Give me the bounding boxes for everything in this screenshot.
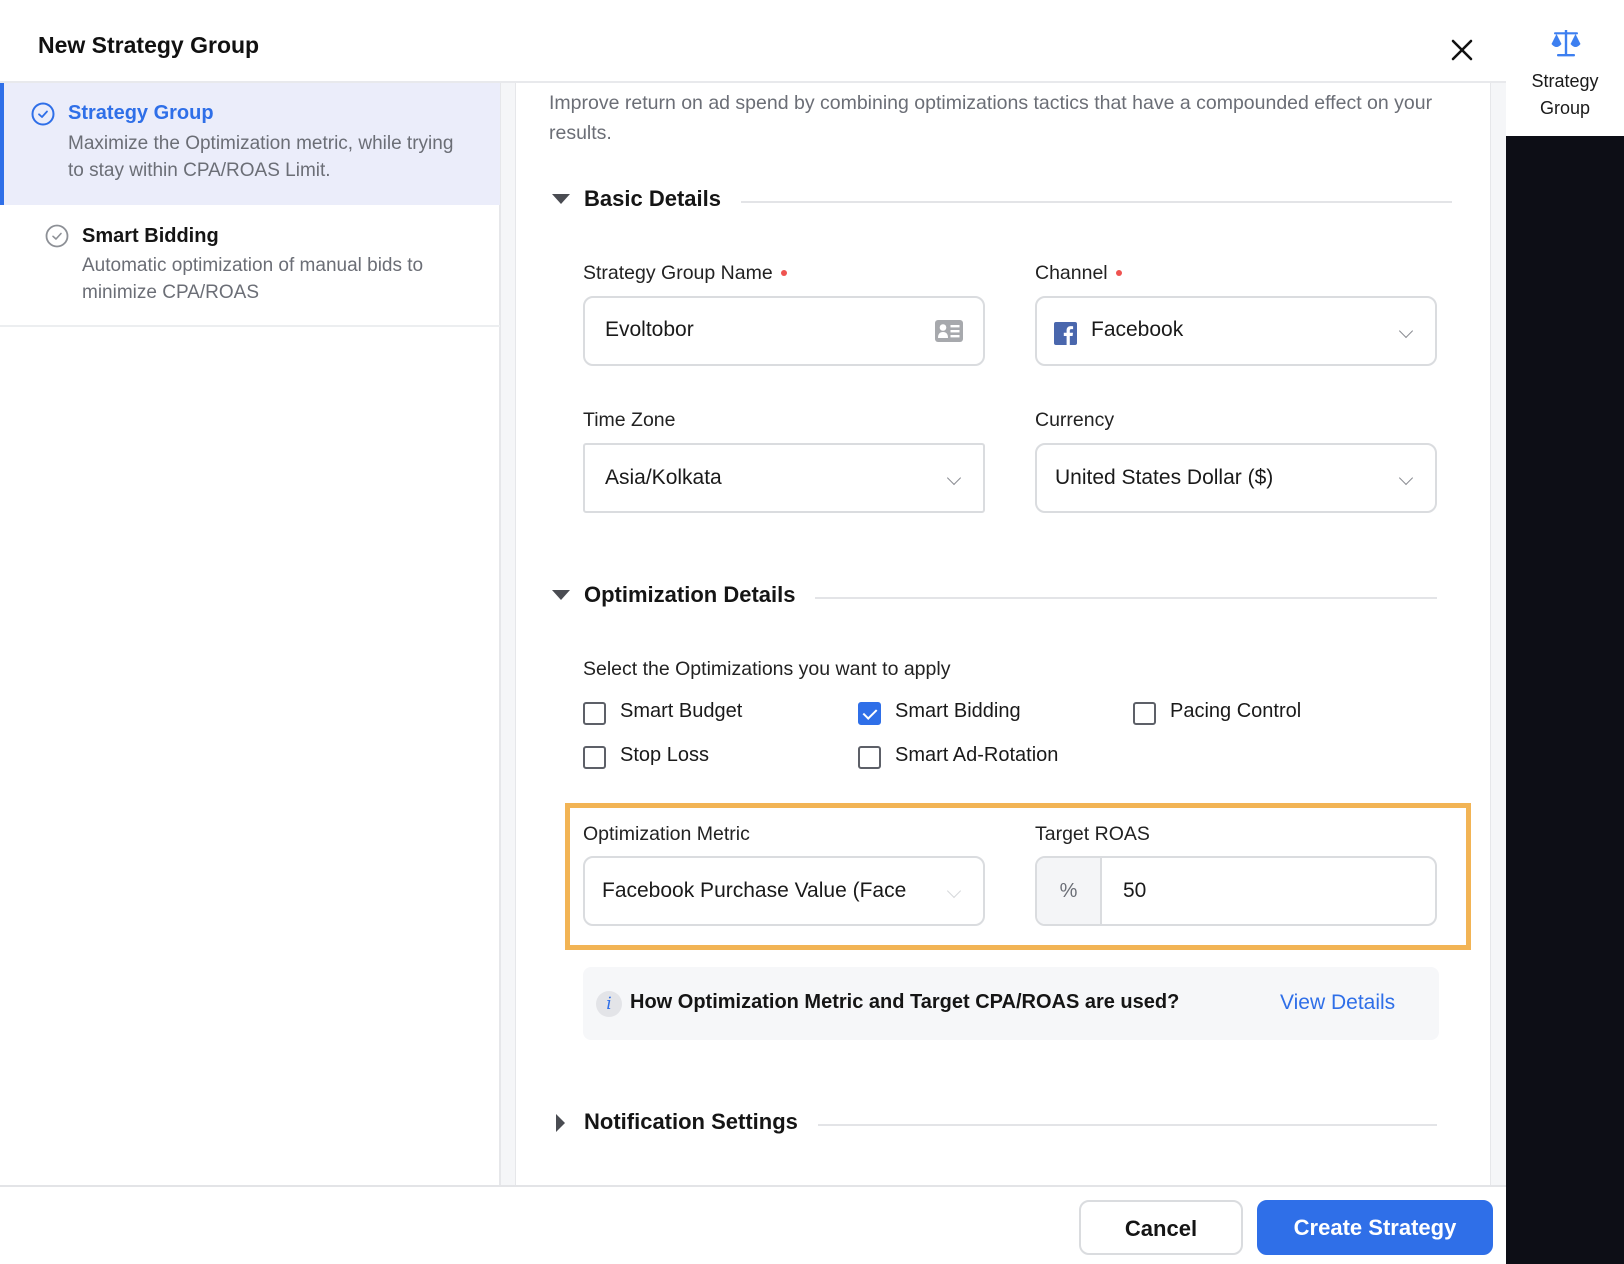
info-banner: i How Optimization Metric and Target CPA… <box>583 967 1439 1040</box>
label-text: Channel <box>1035 262 1108 284</box>
nav-item-title: Smart Bidding <box>82 225 219 247</box>
chevron-down-icon <box>1398 470 1414 486</box>
section-title: Notification Settings <box>584 1109 818 1135</box>
steps-nav: Strategy Group Maximize the Optimization… <box>0 83 500 1185</box>
check-circle-icon <box>31 102 55 126</box>
channel-select[interactable]: Facebook <box>1035 296 1437 366</box>
chevron-down-icon <box>946 470 962 486</box>
target-roas-label: Target ROAS <box>1035 823 1150 845</box>
info-icon: i <box>596 991 622 1017</box>
currency-label: Currency <box>1035 409 1115 431</box>
label-text: Strategy Group Name <box>583 262 773 284</box>
channel-label: Channel <box>1035 262 1122 285</box>
input-value: 50 <box>1123 879 1147 902</box>
checkbox[interactable] <box>583 746 606 769</box>
section-basic-details[interactable]: Basic Details <box>552 186 1452 216</box>
checkbox-label: Pacing Control <box>1170 700 1302 722</box>
expand-triangle-icon <box>556 1114 565 1132</box>
close-button[interactable] <box>1446 34 1478 66</box>
checkbox[interactable] <box>583 702 606 725</box>
section-title: Basic Details <box>584 186 741 212</box>
optimizations-prompt: Select the Optimizations you want to app… <box>583 658 951 680</box>
view-details-link[interactable]: View Details <box>1280 991 1395 1015</box>
percent-prefix: % <box>1037 858 1102 924</box>
nav-item-title: Strategy Group <box>68 102 214 124</box>
select-value: Facebook <box>1091 318 1184 341</box>
rail-tab-label: Strategy Group <box>1531 71 1599 118</box>
facebook-icon <box>1054 322 1077 345</box>
time-zone-label: Time Zone <box>583 409 676 431</box>
nav-item-description: Maximize the Optimization metric, while … <box>68 133 454 181</box>
checkbox[interactable] <box>858 746 881 769</box>
chevron-down-icon <box>1398 323 1414 339</box>
section-title: Optimization Details <box>584 582 816 608</box>
create-strategy-button[interactable]: Create Strategy <box>1257 1200 1493 1255</box>
checkbox[interactable] <box>1133 702 1156 725</box>
close-icon <box>1451 39 1473 61</box>
modal-title: New Strategy Group <box>38 32 260 58</box>
checkbox-label: Smart Budget <box>620 700 743 722</box>
nav-item-smart-bidding[interactable]: Smart Bidding Automatic optimization of … <box>0 205 500 327</box>
section-notification-settings[interactable]: Notification Settings <box>552 1109 1437 1139</box>
collapse-triangle-icon <box>552 590 570 600</box>
rail-tab-strategy-group[interactable]: Strategy Group <box>1506 0 1624 136</box>
currency-select[interactable]: United States Dollar ($) <box>1035 443 1437 513</box>
scrollbar-track[interactable] <box>1490 83 1506 1185</box>
check-circle-icon <box>45 224 69 248</box>
strategy-group-name-label: Strategy Group Name <box>583 262 787 285</box>
optimization-metric-label: Optimization Metric <box>583 823 750 845</box>
contact-card-icon <box>935 320 963 342</box>
required-indicator <box>780 269 787 276</box>
checkbox-checked[interactable] <box>858 702 881 725</box>
scroll-gutter-left <box>500 83 516 1185</box>
checkbox-label: Smart Bidding <box>895 700 1021 722</box>
time-zone-select[interactable]: Asia/Kolkata <box>583 443 985 513</box>
intro-text: Improve return on ad spend by combining … <box>549 92 1433 144</box>
info-text: How Optimization Metric and Target CPA/R… <box>630 991 1180 1013</box>
optimization-metric-select[interactable]: Facebook Purchase Value (Face <box>583 856 985 926</box>
scale-icon <box>1551 30 1581 57</box>
section-optimization-details[interactable]: Optimization Details <box>552 582 1437 612</box>
nav-item-strategy-group[interactable]: Strategy Group Maximize the Optimization… <box>0 83 500 205</box>
footer-divider <box>0 1185 1506 1187</box>
select-value: Asia/Kolkata <box>605 466 722 489</box>
input-value: Evoltobor <box>605 318 694 341</box>
nav-item-description: Automatic optimization of manual bids to… <box>82 255 424 303</box>
select-value: United States Dollar ($) <box>1055 466 1274 489</box>
checkbox-label: Stop Loss <box>620 744 709 766</box>
cancel-button[interactable]: Cancel <box>1079 1200 1243 1255</box>
chevron-down-icon <box>946 883 962 899</box>
target-roas-input[interactable]: % 50 <box>1035 856 1437 926</box>
collapse-triangle-icon <box>552 194 570 204</box>
strategy-group-name-input[interactable]: Evoltobor <box>583 296 985 366</box>
right-rail: Strategy Group <box>1506 0 1624 1264</box>
required-indicator <box>1115 269 1122 276</box>
select-value: Facebook Purchase Value (Face <box>602 879 907 902</box>
checkbox-label: Smart Ad-Rotation <box>895 744 1059 766</box>
new-strategy-group-modal: New Strategy Group Strategy Group Maximi… <box>0 0 1506 1264</box>
